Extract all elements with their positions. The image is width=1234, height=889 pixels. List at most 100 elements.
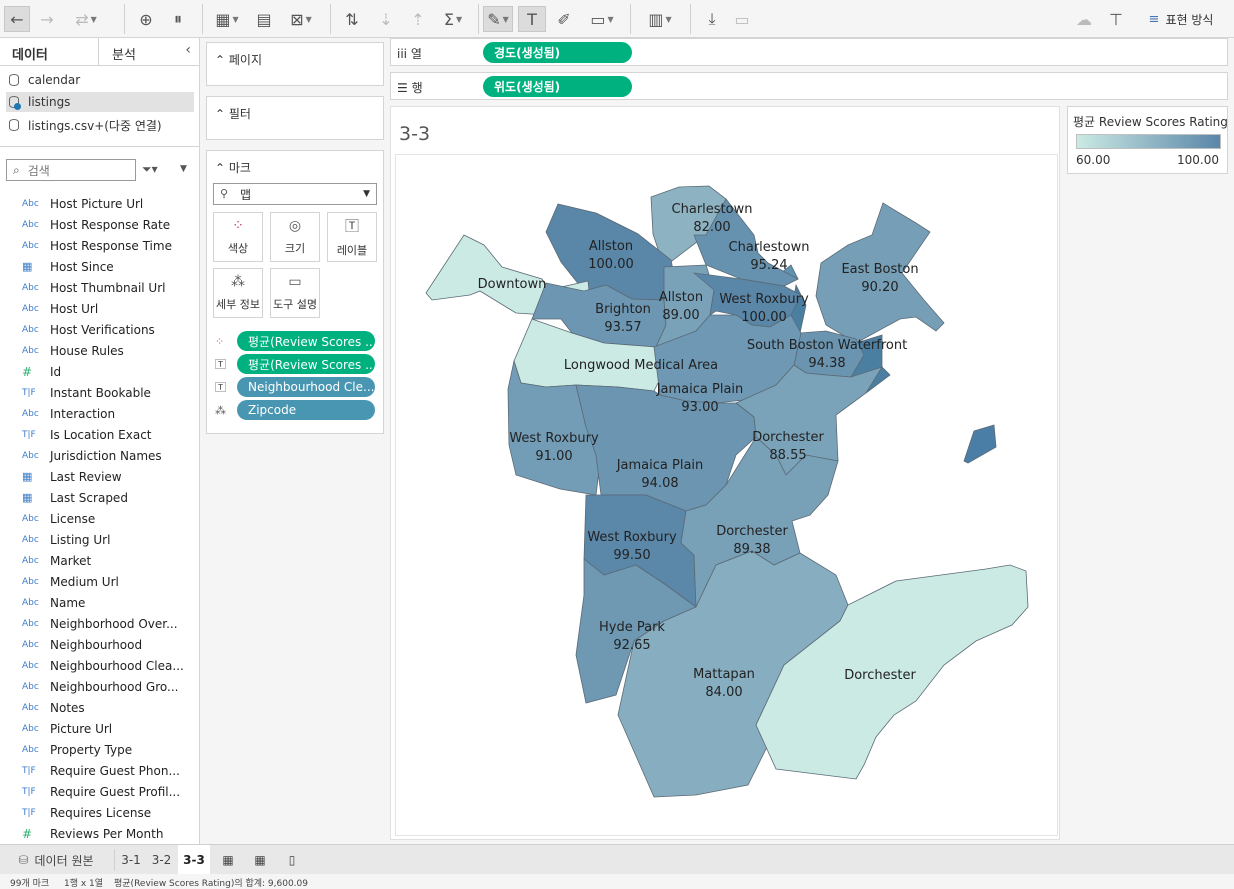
tab-data[interactable]: 데이터	[12, 44, 48, 63]
fit-icon[interactable]: ▭ ▼	[586, 6, 618, 32]
map-region-fragment[interactable]	[963, 424, 997, 464]
new-story-icon[interactable]: ▯	[280, 845, 304, 875]
new-worksheet-icon[interactable]: ▦ ▼	[212, 6, 242, 32]
color-legend[interactable]: 평균 Review Scores Rating 60.00 100.00	[1067, 106, 1228, 174]
detail-pill[interactable]: Zipcode	[237, 400, 375, 420]
back-icon[interactable]: ←	[4, 6, 30, 32]
field-item[interactable]: Abc Neighborhood Over...	[0, 613, 199, 634]
region-name-label: West Roxbury	[587, 530, 677, 545]
field-item[interactable]: # Id	[0, 361, 199, 382]
field-item[interactable]: T|F Instant Bookable	[0, 382, 199, 403]
share-icon[interactable]: ▭	[730, 6, 754, 32]
detail-button[interactable]: ⁂ 세부 정보	[213, 268, 263, 318]
sort-asc-icon[interactable]: ⇣	[374, 6, 398, 32]
region-name-label: Jamaica Plain	[616, 458, 704, 473]
clear-sheet-icon[interactable]: ⊠ ▼	[284, 6, 318, 32]
format-icon[interactable]: ✐	[552, 6, 576, 32]
rows-label: ☰ 행	[397, 81, 423, 95]
field-item[interactable]: Abc Jurisdiction Names	[0, 445, 199, 466]
redo-icon[interactable]: ⇄ ▼	[66, 6, 106, 32]
field-item[interactable]: Abc Notes	[0, 697, 199, 718]
new-dashboard-icon[interactable]: ▦	[248, 845, 272, 875]
tab-sheet[interactable]: 3-1	[116, 845, 146, 875]
field-item[interactable]: ▦ Last Scraped	[0, 487, 199, 508]
field-item[interactable]: Abc Host Picture Url	[0, 193, 199, 214]
field-item[interactable]: Abc Name	[0, 592, 199, 613]
field-item[interactable]: Abc Listing Url	[0, 529, 199, 550]
forward-icon[interactable]: →	[36, 6, 58, 32]
field-item[interactable]: Abc Market	[0, 550, 199, 571]
search-input[interactable]: ⌕ 검색	[6, 159, 136, 181]
field-item[interactable]: T|F Require Guest Phon...	[0, 760, 199, 781]
presentation-icon[interactable]: ▥ ▼	[642, 6, 678, 32]
mark-type-select[interactable]: ⚲ 맵 ▼	[213, 183, 377, 205]
region-name-label: Charlestown	[672, 202, 753, 217]
field-name: Require Guest Profil...	[50, 784, 181, 799]
new-worksheet-icon[interactable]: ▦	[216, 845, 240, 875]
field-item[interactable]: Abc Neighbourhood Gro...	[0, 676, 199, 697]
sheet-title: 3-3	[399, 123, 431, 145]
collapse-pane-icon[interactable]: ‹	[185, 42, 191, 58]
tab-sheet[interactable]: 3-2	[146, 845, 177, 875]
field-item[interactable]: Abc Host Response Time	[0, 235, 199, 256]
pages-card[interactable]: ⌃ 페이지	[206, 42, 384, 86]
rows-shelf[interactable]: ☰ 행 위도(생성됨)	[390, 72, 1228, 100]
new-datasource-icon[interactable]: ⊕	[134, 6, 158, 32]
field-item[interactable]: ▦ Host Since	[0, 256, 199, 277]
field-item[interactable]: Abc Host Url	[0, 298, 199, 319]
field-item[interactable]: Abc Host Thumbnail Url	[0, 277, 199, 298]
label-button[interactable]: 🅃 레이블	[327, 212, 377, 262]
field-item[interactable]: Abc Property Type	[0, 739, 199, 760]
field-item[interactable]: T|F Require Guest Profil...	[0, 781, 199, 802]
field-item[interactable]: Abc Medium Url	[0, 571, 199, 592]
field-item[interactable]: Abc Neighbourhood	[0, 634, 199, 655]
field-item[interactable]: Abc House Rules	[0, 340, 199, 361]
columns-shelf[interactable]: iii 열 경도(생성됨)	[390, 38, 1228, 66]
duplicate-sheet-icon[interactable]: ▤	[252, 6, 276, 32]
highlight-icon[interactable]: ✎ ▼	[483, 6, 513, 32]
swap-icon[interactable]: ⇅	[340, 6, 364, 32]
label-pill[interactable]: Neighbourhood Cle...	[237, 377, 375, 397]
cloud-icon[interactable]: ☁	[1072, 6, 1096, 32]
region-name-label: Mattapan	[693, 667, 755, 682]
boolean-type-icon: T|F	[22, 786, 36, 797]
field-item[interactable]: T|F Is Location Exact	[0, 424, 199, 445]
tab-data-source[interactable]: ⛁ 데이터 원본	[0, 845, 112, 875]
datasource-listings-csv[interactable]: listings.csv+(다중 연결)	[6, 115, 194, 135]
string-type-icon: Abc	[22, 660, 39, 671]
sort-desc-icon[interactable]: ⇡	[406, 6, 430, 32]
filters-card[interactable]: ⌃ 필터	[206, 96, 384, 140]
map-frame[interactable]: Charlestown 82.00 Allston 100.00 Charlestown…	[395, 154, 1058, 836]
chevron-down-icon[interactable]: ▼	[180, 164, 187, 174]
field-item[interactable]: Abc Picture Url	[0, 718, 199, 739]
field-item[interactable]: # Reviews Per Month	[0, 823, 199, 844]
label-pill[interactable]: 평균(Review Scores ...	[237, 354, 375, 374]
field-item[interactable]: Abc Host Response Rate	[0, 214, 199, 235]
field-item[interactable]: Abc Neighbourhood Clea...	[0, 655, 199, 676]
rows-pill[interactable]: 위도(생성됨)	[483, 76, 632, 97]
color-button[interactable]: ⁘ 색상	[213, 212, 263, 262]
region-value-label: 90.20	[861, 280, 898, 295]
columns-pill[interactable]: 경도(생성됨)	[483, 42, 632, 63]
totals-icon[interactable]: Σ ▼	[438, 6, 468, 32]
field-item[interactable]: Abc Interaction	[0, 403, 199, 424]
pause-update-icon[interactable]: ⏸	[166, 6, 190, 32]
color-pill[interactable]: 평균(Review Scores ...	[237, 331, 375, 351]
pin-icon[interactable]: ⊤	[1104, 6, 1128, 32]
date-type-icon: ▦	[22, 491, 33, 504]
field-item[interactable]: T|F Requires License	[0, 802, 199, 823]
show-labels-icon[interactable]: T	[518, 6, 546, 32]
tab-sheet-active[interactable]: 3-3	[178, 845, 210, 875]
filter-icon[interactable]: ⏷▾	[142, 162, 158, 177]
field-item[interactable]: Abc License	[0, 508, 199, 529]
tooltip-button[interactable]: ▭ 도구 설명	[270, 268, 320, 318]
datasource-calendar[interactable]: calendar	[6, 70, 194, 90]
datasource-listings[interactable]: listings	[6, 92, 194, 112]
size-button[interactable]: ◎ 크기	[270, 212, 320, 262]
show-me-button[interactable]: ≡ 표현 방식	[1136, 6, 1226, 32]
field-item[interactable]: Abc Host Verifications	[0, 319, 199, 340]
map[interactable]: Charlestown 82.00 Allston 100.00 Charlestown…	[396, 155, 1059, 837]
field-item[interactable]: ▦ Last Review	[0, 466, 199, 487]
tab-analysis[interactable]: 분석	[112, 44, 136, 63]
download-icon[interactable]: ⤓	[700, 6, 724, 32]
